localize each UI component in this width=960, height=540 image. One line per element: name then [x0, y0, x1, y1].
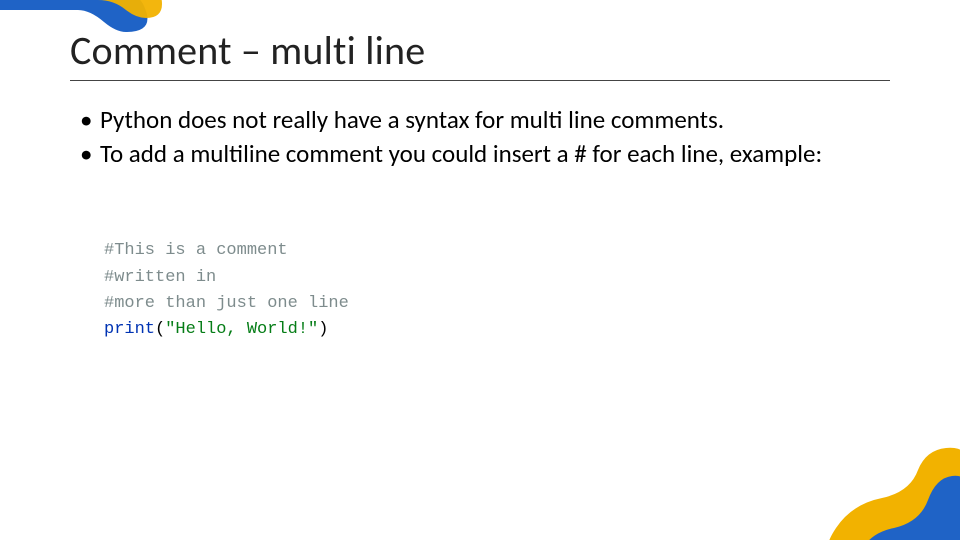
- code-example: #This is a comment #written in #more tha…: [104, 212, 349, 344]
- slide-title: Comment – multi line: [70, 26, 425, 75]
- code-comment-line: #This is a comment: [104, 241, 288, 260]
- code-paren: ): [318, 320, 328, 339]
- code-string: "Hello, World!": [165, 320, 318, 339]
- code-comment-line: #more than just one line: [104, 294, 349, 313]
- bullet-item: Python does not really have a syntax for…: [80, 104, 880, 136]
- code-paren: (: [155, 320, 165, 339]
- bullet-item: To add a multiline comment you could ins…: [80, 138, 880, 170]
- corner-decoration-bottom-right: [808, 446, 960, 540]
- bullet-list: Python does not really have a syntax for…: [80, 104, 880, 172]
- code-comment-line: #written in: [104, 268, 216, 287]
- title-underline: [70, 80, 890, 81]
- code-func: print: [104, 320, 155, 339]
